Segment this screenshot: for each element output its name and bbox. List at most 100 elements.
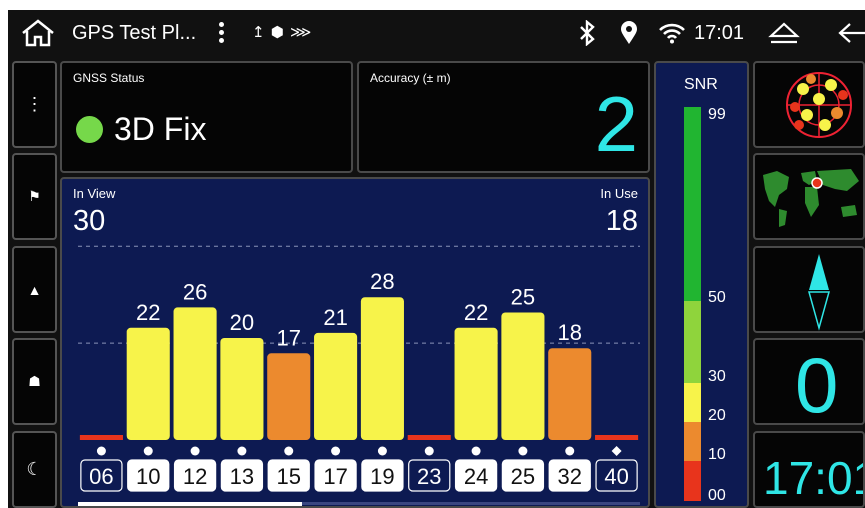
- sky-view-icon: [786, 72, 852, 138]
- satellite-signal-panel[interactable]: In View 30 In Use 18 06 22 10 26 12 20 13 17 15 2…: [60, 177, 650, 508]
- signal-bar-24: [454, 327, 498, 440]
- clock-value: 17:01: [763, 452, 863, 504]
- signal-bar-15: [267, 353, 311, 440]
- scroll-thumb: [78, 502, 302, 506]
- navigation-arrow-icon: ▲: [27, 281, 42, 298]
- snr-tick-00: 00: [708, 487, 726, 504]
- signal-value-32: 18: [558, 320, 582, 345]
- back-icon[interactable]: [836, 21, 865, 45]
- satellite-id-25: 25: [511, 464, 535, 489]
- satellite-marker-17: [331, 446, 341, 456]
- eject-icon[interactable]: [768, 21, 800, 45]
- signal-value-19: 28: [370, 269, 394, 294]
- satellite-marker-40: [611, 446, 622, 456]
- snr-title: SNR: [684, 76, 718, 93]
- night-mode-button[interactable]: ☾: [12, 431, 57, 508]
- snr-tick-50: 50: [708, 289, 726, 306]
- snr-poor-band: [684, 461, 701, 501]
- fix-status: 3D Fix: [114, 111, 207, 147]
- notification-icons: ↥ ⬢ ⋙: [252, 24, 313, 41]
- sky-view-tile[interactable]: [753, 61, 865, 148]
- satellite-marker-15: [284, 446, 294, 456]
- flags-button[interactable]: ⚑: [12, 153, 57, 240]
- heading-tile[interactable]: 0: [753, 338, 865, 425]
- satellite-marker-06: [96, 446, 106, 456]
- snr-excellent-band: [684, 107, 701, 301]
- satellite-id-12: 12: [183, 464, 207, 489]
- world-map-tile[interactable]: [753, 153, 865, 240]
- snr-weak-band: [684, 422, 701, 461]
- status-bar: GPS Test Pl... ↥ ⬢ ⋙ 17:01: [8, 10, 865, 56]
- signal-bar-12: [173, 307, 217, 440]
- people-icon: ☗: [28, 373, 41, 389]
- signal-value-17: 21: [323, 305, 347, 330]
- accuracy-value: 2: [594, 80, 638, 168]
- signal-value-13: 20: [230, 310, 254, 335]
- people-button[interactable]: ☗: [12, 338, 57, 425]
- home-icon[interactable]: [20, 18, 56, 48]
- navigate-button[interactable]: ▲: [12, 246, 57, 333]
- snr-tick-10: 10: [708, 446, 726, 463]
- satellite-id-40: 40: [604, 464, 628, 489]
- snr-tick-99: 99: [708, 106, 726, 123]
- signal-value-25: 25: [511, 285, 535, 310]
- location-icon: [621, 21, 637, 44]
- overflow-menu-icon[interactable]: [215, 20, 227, 46]
- satellite-id-24: 24: [464, 464, 488, 489]
- snr-strong-band: [684, 301, 701, 383]
- signal-bar-13: [220, 338, 264, 440]
- satellite-marker-24: [471, 446, 481, 456]
- satellite-marker-23: [424, 446, 434, 456]
- app-frame: GPS Test Pl... ↥ ⬢ ⋙ 17:01 ⋮ ⚑ ▲ ☗ ☾ GNS…: [8, 10, 865, 508]
- bluetooth-icon: [580, 20, 595, 46]
- satellite-id-32: 32: [558, 464, 582, 489]
- satellite-snr-chart: 06 22 10 26 12 20 13 17 15 21 17 28 19 23 22 24 25 25 18 32…: [78, 245, 640, 506]
- compass-needle-icon: [808, 254, 830, 331]
- signal-value-15: 17: [277, 325, 301, 350]
- accuracy-panel[interactable]: Accuracy (± m) 2: [357, 61, 650, 173]
- satellite-id-23: 23: [417, 464, 441, 489]
- compass-tile[interactable]: [753, 246, 865, 333]
- snr-good-band: [684, 383, 701, 422]
- world-map-icon: [763, 169, 859, 227]
- satellite-id-06: 06: [89, 464, 113, 489]
- signal-bar-06: [79, 435, 123, 440]
- gnss-status-label: GNSS Status: [73, 71, 145, 85]
- moon-icon: ☾: [26, 459, 43, 479]
- satellite-id-10: 10: [136, 464, 160, 489]
- signal-value-12: 26: [183, 279, 207, 304]
- heading-value: 0: [795, 341, 839, 425]
- menu-button[interactable]: ⋮: [12, 61, 57, 148]
- clock-tile[interactable]: 17:01: [753, 431, 865, 508]
- menu-icon: ⋮: [25, 94, 44, 114]
- satellite-id-17: 17: [323, 464, 347, 489]
- satellite-marker-25: [518, 446, 528, 456]
- satellite-marker-12: [190, 446, 200, 456]
- satellite-marker-19: [377, 446, 387, 456]
- signal-bar-10: [126, 327, 170, 440]
- satellite-marker-10: [143, 446, 153, 456]
- signal-bar-25: [501, 312, 545, 440]
- accuracy-label: Accuracy (± m): [370, 71, 451, 85]
- signal-bar-32: [548, 348, 592, 440]
- app-title: GPS Test Pl...: [72, 22, 197, 44]
- signal-value-24: 22: [464, 300, 488, 325]
- satellite-marker-32: [565, 446, 575, 456]
- gnss-status-panel[interactable]: GNSS Status 3D Fix: [60, 61, 353, 173]
- status-time: 17:01: [694, 22, 745, 44]
- signal-bar-23: [407, 435, 451, 440]
- satellite-marker-13: [237, 446, 247, 456]
- signal-value-10: 22: [136, 300, 160, 325]
- satellite-id-19: 19: [370, 464, 394, 489]
- fix-indicator-icon: [76, 116, 103, 143]
- signal-bar-19: [360, 297, 404, 440]
- snr-tick-30: 30: [708, 368, 726, 385]
- satellite-id-15: 15: [277, 464, 301, 489]
- flag-icon: ⚑: [28, 188, 41, 204]
- signal-bar-17: [314, 332, 358, 440]
- signal-bar-40: [595, 435, 639, 440]
- snr-tick-20: 20: [708, 407, 726, 424]
- satellite-id-13: 13: [230, 464, 254, 489]
- wifi-icon: [659, 23, 685, 44]
- snr-legend-panel: SNR 99 50 30 20 10 00: [654, 61, 749, 508]
